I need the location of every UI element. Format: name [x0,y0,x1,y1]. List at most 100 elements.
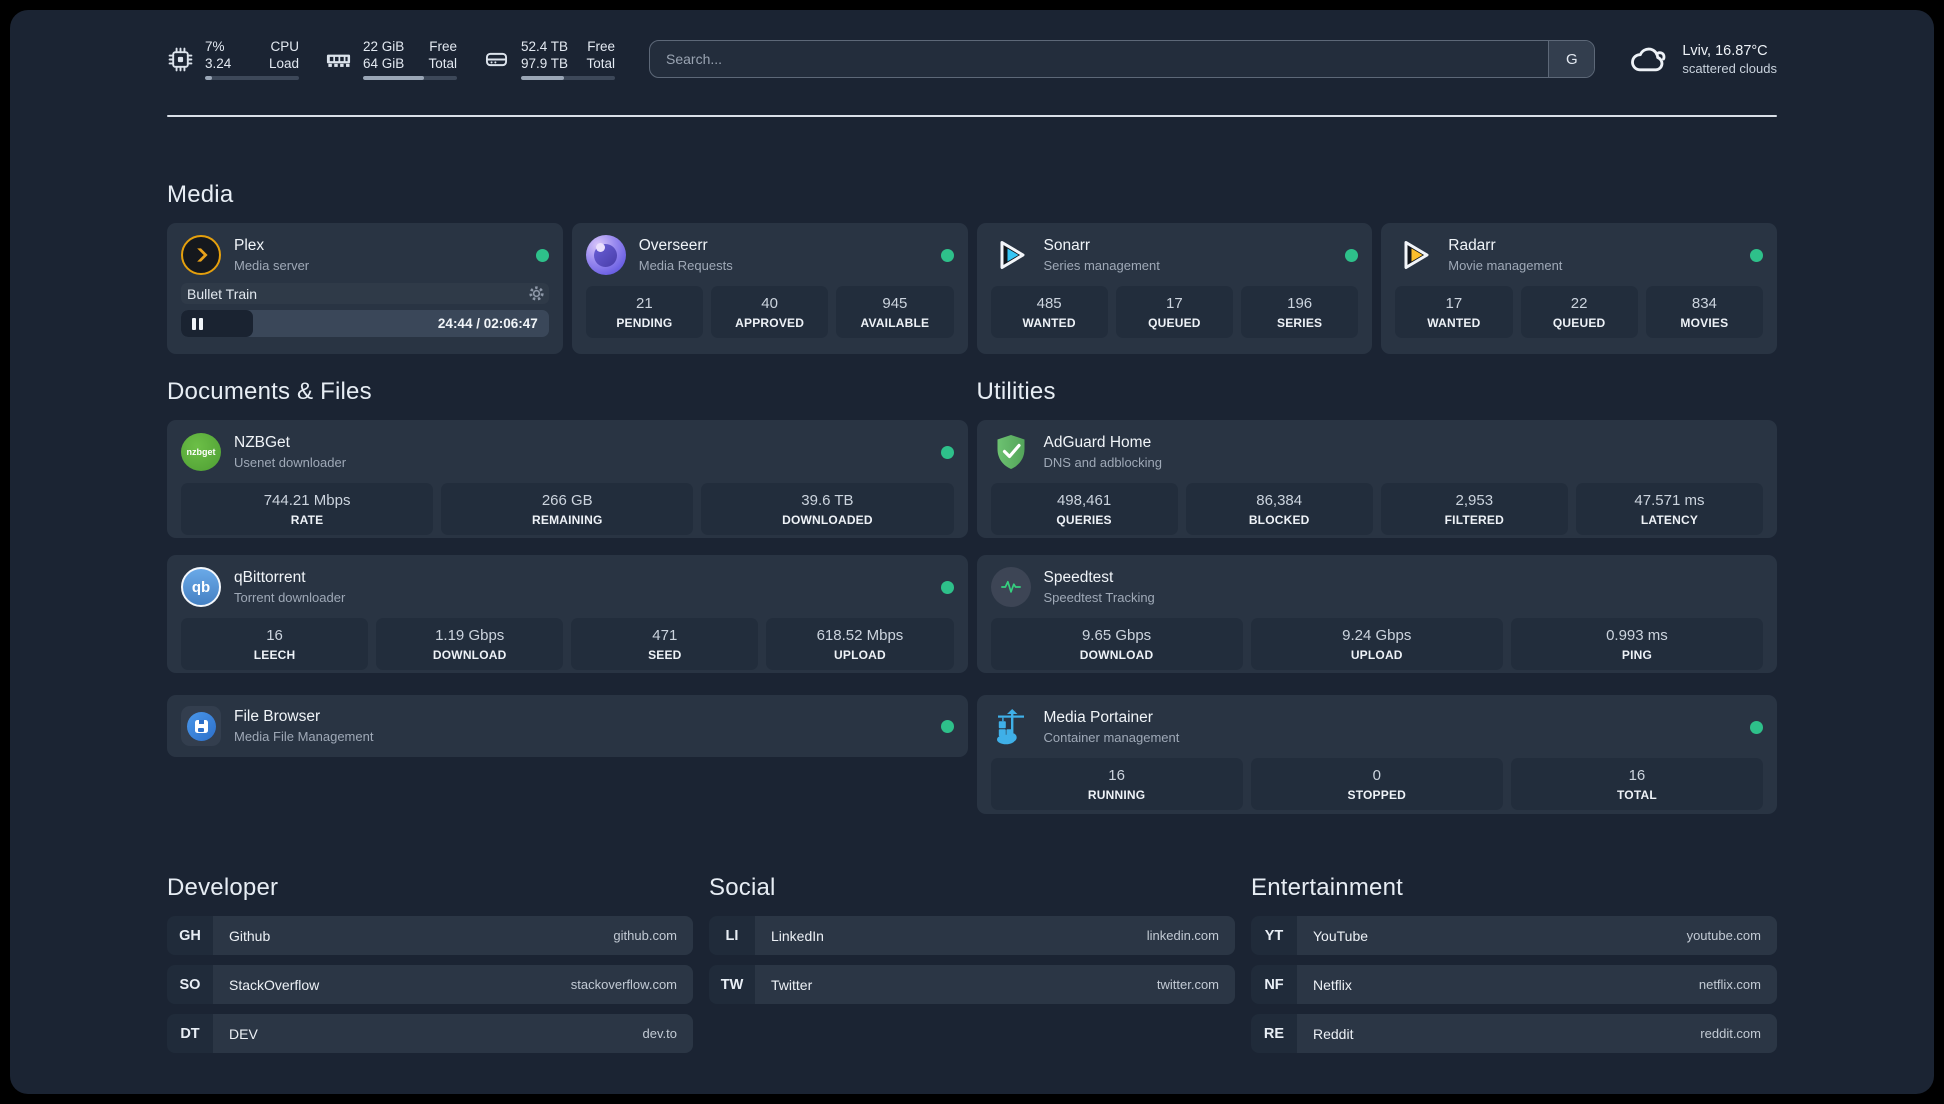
stat-tile: 196 SERIES [1241,286,1359,338]
service-card-portainer[interactable]: Media Portainer Container management 16 R… [976,695,1777,814]
memory-icon [326,54,351,67]
section-title-entertainment: Entertainment [1251,874,1404,901]
documents-column: Documents & Files nzbget NZBGet Usenet d… [167,378,968,814]
bookmark-url: twitter.com [1156,977,1219,992]
service-desc: Speedtest Tracking [1043,590,1155,605]
stat-tile: 945 AVAILABLE [836,286,954,338]
stat-tile: 17 WANTED [1395,286,1513,338]
playback-progress-bar: 24:44 / 02:06:47 [181,310,549,337]
status-dot [940,445,954,459]
bookmark-name: Github [229,927,271,944]
service-name: Media Portainer [1043,709,1153,726]
dashboard: 7% CPU 3.24 Load 22 GiB Free 64 GiB Total [10,10,1934,1094]
pause-icon [192,317,203,330]
bookmark-url: netflix.com [1698,977,1761,992]
section-title-social: Social [709,874,776,901]
service-desc: Media File Management [234,729,374,744]
bookmark-reddit[interactable]: RE Reddit reddit.com [1251,1014,1777,1053]
bookmark-abbr: YT [1251,916,1297,955]
bookmark-dev[interactable]: DT DEV dev.to [167,1014,693,1053]
service-name: Radarr [1448,237,1496,254]
service-name: NZBGet [234,434,290,451]
bookmark-group-developer: Developer GH Github github.com SO StackOv… [167,874,693,1063]
memory-resource: 22 GiB Free 64 GiB Total [325,38,457,81]
resource-monitors: 7% CPU 3.24 Load 22 GiB Free 64 GiB Total [167,38,615,81]
bookmark-abbr: DT [167,1014,213,1053]
sonarr-icon [991,235,1031,275]
service-card-nzbget[interactable]: nzbget NZBGet Usenet downloader 744.21 M… [167,420,968,538]
bookmark-youtube[interactable]: YT YouTube youtube.com [1251,916,1777,955]
section-title-media: Media [167,181,234,208]
service-name: AdGuard Home [1043,434,1152,451]
weather-location-temp: Lviv, 16.87°C [1682,42,1768,59]
service-card-plex[interactable]: Plex Media server Bullet Train 24:44 / 0… [167,223,563,354]
service-card-filebrowser[interactable]: File Browser Media File Management [167,695,968,757]
service-card-sonarr[interactable]: Sonarr Series management 485 WANTED 17 QUE… [976,223,1373,354]
service-name: Sonarr [1043,237,1091,254]
bookmark-stackoverflow[interactable]: SO StackOverflow stackoverflow.com [167,965,693,1004]
qbittorrent-icon: qb [181,567,221,607]
service-card-qbittorrent[interactable]: qb qBittorrent Torrent downloader 16 LEEC… [167,555,968,673]
service-card-speedtest[interactable]: Speedtest Speedtest Tracking 9.65 Gbps DO… [976,555,1777,673]
service-desc: Usenet downloader [234,455,347,470]
adguard-icon [991,432,1031,472]
memory-progress-bar [363,75,457,81]
disk-resource: 52.4 TB Free 97.9 TB Total [483,38,615,81]
radarr-icon [1395,235,1435,275]
disk-icon [485,52,508,66]
stat-tile: 9.65 Gbps DOWNLOAD [990,618,1243,670]
disk-total-label: Total [586,55,615,71]
stat-tile: 744.21 Mbps RATE [181,483,434,535]
speedtest-icon [990,567,1031,607]
stat-tile: 266 GB REMAINING [441,483,694,535]
plex-icon [181,235,221,275]
bookmark-name: Twitter [771,976,813,993]
service-card-adguard[interactable]: AdGuard Home DNS and adblocking 498,461 Q… [976,420,1777,538]
bookmark-name: StackOverflow [229,976,320,993]
bookmark-abbr: GH [167,916,213,955]
stat-tile: 86,384 BLOCKED [1185,483,1373,535]
gear-icon[interactable] [528,285,545,302]
service-desc: Torrent downloader [234,590,346,605]
cpu-progress-bar [205,75,299,81]
bookmark-url: dev.to [642,1026,677,1041]
bookmark-url: linkedin.com [1146,928,1219,943]
stat-tile: 485 WANTED [990,286,1108,338]
bookmark-abbr: TW [709,965,755,1004]
bookmark-linkedin[interactable]: LI LinkedIn linkedin.com [709,916,1235,955]
cpu-usage-label: CPU [270,38,299,54]
service-name: qBittorrent [234,569,306,586]
disk-total-value: 97.9 TB [521,55,569,71]
bookmark-name: YouTube [1313,927,1369,944]
service-desc: Movie management [1448,258,1563,273]
weather-condition: scattered clouds [1682,60,1777,76]
top-bar: 7% CPU 3.24 Load 22 GiB Free 64 GiB Total [167,37,1777,81]
bookmark-github[interactable]: GH Github github.com [167,916,693,955]
service-desc: Container management [1043,730,1180,745]
memory-free-label: Free [429,38,457,54]
status-dot [940,248,954,262]
search-provider-button[interactable]: G [1548,41,1595,77]
utilities-column: Utilities AdGuard Home DNS and adblockin… [976,378,1777,814]
nzbget-icon: nzbget [181,432,221,472]
bookmark-name: Netflix [1313,976,1352,993]
bookmark-twitter[interactable]: TW Twitter twitter.com [709,965,1235,1004]
stat-tile: 16 TOTAL [1510,758,1764,810]
stat-tile: 22 QUEUED [1520,286,1638,338]
stat-tile: 2,953 FILTERED [1380,483,1568,535]
stat-tile: 47.571 ms LATENCY [1575,483,1763,535]
memory-total-label: Total [428,55,457,71]
playback-time: 24:44 / 02:06:47 [437,316,538,331]
bookmark-netflix[interactable]: NF Netflix netflix.com [1251,965,1777,1004]
service-desc: Series management [1043,258,1160,273]
bookmark-url: youtube.com [1686,928,1761,943]
stat-tile: 1.19 Gbps DOWNLOAD [376,618,564,670]
status-dot [1750,720,1763,734]
search-input[interactable] [650,41,1549,77]
service-desc: Media Requests [638,258,733,273]
cloud-icon [1631,47,1666,72]
status-dot [1750,248,1763,262]
disk-free-label: Free [587,38,615,54]
service-card-radarr[interactable]: Radarr Movie management 17 WANTED 22 QUEUE… [1381,223,1777,354]
service-card-overseerr[interactable]: Overseerr Media Requests 21 PENDING 40 APP… [571,223,968,354]
